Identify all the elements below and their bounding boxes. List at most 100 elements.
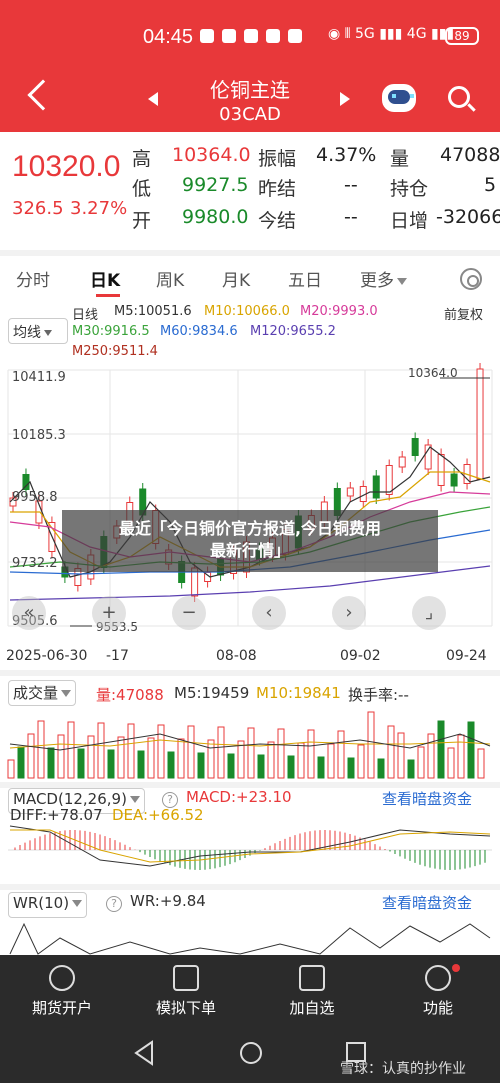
- wr-chart: [9, 922, 491, 955]
- notification-icon: [266, 29, 280, 43]
- volume-selector[interactable]: 成交量: [8, 680, 77, 706]
- move-right-icon[interactable]: ›: [332, 596, 366, 630]
- period-label: 日线: [72, 308, 99, 323]
- system-back-icon[interactable]: [132, 1040, 156, 1066]
- back-icon[interactable]: [27, 79, 59, 111]
- compass-icon: [49, 965, 75, 991]
- nav-open-account[interactable]: 期货开户: [12, 965, 112, 1018]
- adjust-mode[interactable]: 前复权: [444, 304, 483, 323]
- active-tab-indicator: [96, 294, 120, 297]
- tab-intraday[interactable]: 分时: [16, 266, 50, 291]
- banner-text: 最新行情」: [209, 541, 290, 560]
- high-value: 10364.0: [172, 144, 251, 166]
- ma20-value: M20:9993.0: [300, 304, 378, 319]
- amplitude-value: 4.37%: [316, 144, 377, 166]
- tab-monthly-k[interactable]: 月K: [222, 266, 250, 291]
- move-left-icon[interactable]: ‹: [252, 596, 286, 630]
- prev-settle-label: 昨结: [258, 178, 297, 200]
- high-label: 高: [132, 148, 152, 170]
- tab-more[interactable]: 更多: [360, 266, 407, 291]
- low-value: 9927.5: [182, 174, 249, 196]
- banner-text: 最近「今日铜价官方报道,今日铜费用: [118, 519, 382, 538]
- open-label: 开: [132, 210, 152, 232]
- y-axis-label: 10411.9: [12, 370, 66, 385]
- settle-value: --: [344, 206, 358, 228]
- view-dark-pool-link[interactable]: 查看暗盘资金: [382, 788, 472, 809]
- assistant-robot-icon[interactable]: [382, 84, 416, 112]
- open-value: 9980.0: [182, 206, 249, 228]
- signal-icon: ◉ ⫴ 5G ▮▮▮ 4G ▮▮▮: [328, 26, 455, 42]
- price-change: 326.5: [12, 198, 64, 219]
- period-tabs: 分时 日K 周K 月K 五日 更多: [0, 250, 500, 297]
- open-interest-value: 5: [484, 174, 497, 196]
- top-bar: 04:45 ◉ ⫴ 5G ▮▮▮ 4G ▮▮▮ 89 伦铜主连 03CAD: [0, 0, 500, 132]
- add-icon: [299, 965, 325, 991]
- chevron-down-icon: [72, 900, 83, 907]
- watermark: 雪球：认真的抄作业: [340, 1061, 466, 1077]
- chevron-down-icon: [44, 330, 52, 336]
- open-interest-label: 持仓: [390, 178, 429, 200]
- tab-five-day[interactable]: 五日: [288, 266, 322, 291]
- view-dark-pool-link[interactable]: 查看暗盘资金: [382, 892, 472, 913]
- y-axis-label: 9732.2: [12, 556, 58, 571]
- date-label: 09-02: [340, 648, 381, 664]
- max-price-mark: 10364.0: [408, 366, 458, 380]
- news-banner[interactable]: 最近「今日铜价官方报道,今日铜费用 最新行情」: [62, 510, 438, 572]
- date-label: 09-24: [446, 648, 487, 664]
- notification-icon: [244, 29, 258, 43]
- prev-settle-value: --: [344, 174, 358, 196]
- battery-icon: 89: [445, 27, 479, 45]
- quote-panel: 10320.0 326.5 3.27% 高 10364.0 低 9927.5 开…: [0, 132, 500, 247]
- search-icon[interactable]: [448, 86, 470, 108]
- next-contract-icon[interactable]: [340, 92, 350, 106]
- divider: [0, 670, 500, 676]
- volume-value: 量:47088: [96, 686, 164, 704]
- settle-label: 今结: [258, 210, 297, 232]
- date-label: -17: [106, 648, 129, 664]
- contract-title: 伦铜主连: [210, 78, 290, 102]
- oi-change-value: -32066: [436, 206, 500, 228]
- volume-ma10: M10:19841: [256, 684, 341, 702]
- chart-settings-icon[interactable]: [460, 268, 482, 290]
- ma-selector[interactable]: 均线: [8, 318, 68, 344]
- ma250-value: M250:9511.4: [72, 344, 158, 359]
- prev-contract-icon[interactable]: [148, 92, 158, 106]
- zoom-in-icon[interactable]: +: [92, 596, 126, 630]
- ma5-value: M5:10051.6: [114, 304, 192, 319]
- ma60-value: M60:9834.6: [160, 324, 238, 339]
- wr-selector[interactable]: WR(10): [8, 892, 88, 918]
- fullscreen-icon[interactable]: ⌟: [412, 596, 446, 630]
- status-bar: 04:45 ◉ ⫴ 5G ▮▮▮ 4G ▮▮▮ 89: [0, 24, 500, 52]
- contract-code: 03CAD: [219, 104, 281, 125]
- wr-value: WR:+9.84: [130, 892, 206, 910]
- status-time: 04:45: [143, 26, 194, 48]
- volume-label: 量: [390, 148, 410, 170]
- nav-sim-order[interactable]: 模拟下单: [136, 965, 236, 1018]
- ma30-value: M30:9916.5: [72, 324, 150, 339]
- system-home-icon[interactable]: [238, 1040, 264, 1066]
- turnover-rate: 换手率:--: [348, 686, 409, 704]
- y-axis-label: 10185.3: [12, 428, 66, 443]
- tab-weekly-k[interactable]: 周K: [156, 266, 184, 291]
- last-price: 10320.0: [12, 150, 121, 183]
- nav-functions[interactable]: 功能: [388, 965, 488, 1018]
- tab-daily-k[interactable]: 日K: [90, 266, 120, 291]
- chevron-down-icon: [129, 796, 140, 803]
- y-axis-label: 9958.8: [12, 490, 58, 505]
- divider: [0, 884, 500, 890]
- menu-icon: [425, 965, 451, 991]
- volume-value: 47088: [440, 144, 500, 166]
- macd-value: MACD:+23.10: [186, 788, 292, 806]
- amplitude-label: 振幅: [258, 148, 297, 170]
- date-label: 08-08: [216, 648, 257, 664]
- price-change-pct: 3.27%: [70, 198, 128, 219]
- volume-chart: [7, 711, 491, 779]
- help-icon[interactable]: ?: [106, 896, 122, 912]
- volume-ma5: M5:19459: [174, 684, 250, 702]
- scroll-left-icon[interactable]: «: [12, 596, 46, 630]
- zoom-out-icon[interactable]: −: [172, 596, 206, 630]
- macd-chart: [8, 825, 492, 870]
- low-label: 低: [132, 178, 152, 200]
- ma120-value: M120:9655.2: [250, 324, 336, 339]
- nav-add-watchlist[interactable]: 加自选: [262, 965, 362, 1018]
